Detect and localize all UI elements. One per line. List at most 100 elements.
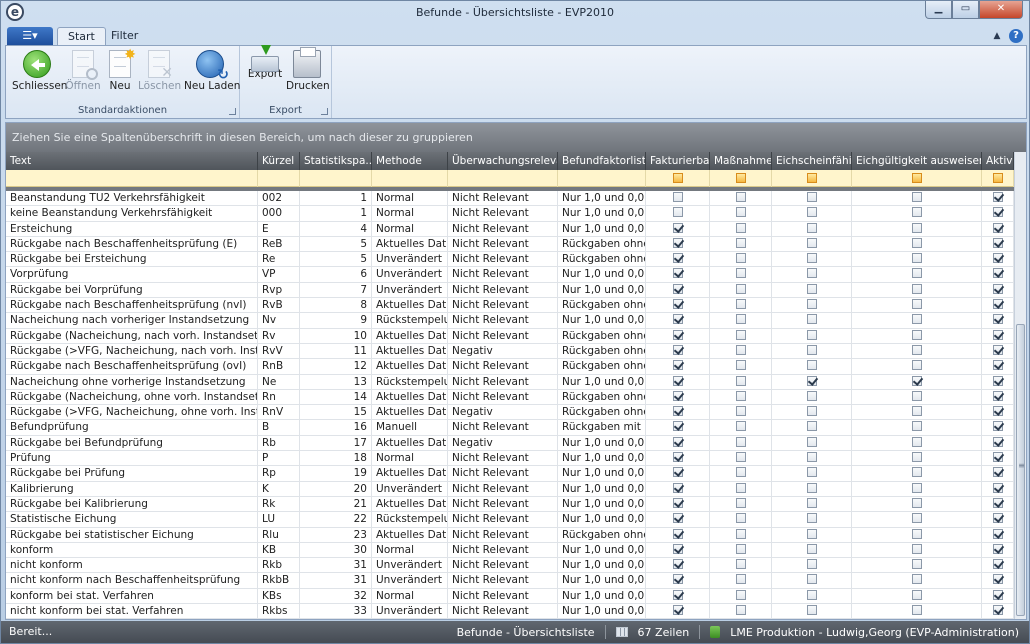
filter-cell[interactable] (372, 170, 448, 187)
checkbox[interactable] (992, 543, 1003, 554)
checkbox[interactable] (911, 497, 922, 508)
checkbox[interactable] (672, 253, 683, 264)
checkbox[interactable] (806, 452, 817, 463)
table-row[interactable]: Rückgabe (Nacheichung, ohne vorh. Instan… (6, 389, 1014, 406)
checkbox[interactable] (735, 237, 746, 248)
table-row[interactable]: Rückgabe (>VFG, Nacheichung, ohne vorh. … (6, 405, 1014, 421)
table-row[interactable]: Rückgabe bei Kalibrierung Rk 21 Aktuelles D… (6, 496, 1014, 513)
filter-cell[interactable] (6, 170, 258, 187)
column-header-ueberwachungsrelevanz[interactable]: Überwachungsrelevanz (448, 152, 558, 170)
table-row[interactable]: Rückgabe bei Ersteichung Re 5 Unverändert Ni… (6, 252, 1014, 268)
table-row[interactable]: Rückgabe (>VFG, Nacheichung, nach vorh. … (6, 343, 1014, 360)
dialog-launcher-icon[interactable] (321, 108, 328, 115)
table-row[interactable]: nicht konform nach Beschaffenheitsprüfun… (6, 573, 1014, 589)
checkbox[interactable] (911, 513, 922, 524)
checkbox[interactable] (806, 299, 817, 310)
table-row[interactable]: Rückgabe bei Vorprüfung Rvp 7 Unverändert Ni… (6, 282, 1014, 299)
checkbox[interactable] (672, 406, 683, 417)
checkbox[interactable] (672, 299, 683, 310)
checkbox[interactable] (672, 497, 683, 508)
checkbox[interactable] (735, 528, 746, 539)
filter-cell[interactable] (852, 170, 982, 187)
table-row[interactable]: Kalibrierung K 20 Unverändert Nicht Relevant… (6, 481, 1014, 497)
checkbox[interactable] (806, 528, 817, 539)
checkbox[interactable] (672, 589, 683, 600)
neu-laden-button[interactable]: Neu Laden (184, 48, 240, 92)
checkbox[interactable] (992, 314, 1003, 325)
checkbox[interactable] (992, 344, 1003, 355)
checkbox[interactable] (735, 222, 746, 233)
checkbox[interactable] (672, 237, 683, 248)
checkbox[interactable] (911, 574, 922, 585)
table-row[interactable]: keine Beanstandung Verkehrsfähigkeit 000 1… (6, 206, 1014, 222)
checkbox[interactable] (806, 283, 817, 294)
checkbox[interactable] (992, 497, 1003, 508)
checkbox[interactable] (672, 390, 683, 401)
checkbox[interactable] (735, 436, 746, 447)
checkbox[interactable] (672, 360, 683, 371)
checkbox[interactable] (911, 528, 922, 539)
checkbox[interactable] (992, 207, 1003, 218)
help-icon[interactable]: ? (1009, 29, 1023, 43)
checkbox[interactable] (806, 360, 817, 371)
minimize-ribbon-icon[interactable]: ▲ (991, 30, 1003, 42)
checkbox[interactable] (992, 222, 1003, 233)
checkbox[interactable] (911, 589, 922, 600)
checkbox[interactable] (735, 513, 746, 524)
column-header-eichgueltigkeit-ausweisen[interactable]: Eichgültigkeit ausweisen (852, 152, 982, 170)
export-button[interactable]: Export (246, 45, 284, 80)
checkbox[interactable] (911, 314, 922, 325)
column-header-kuerzel[interactable]: Kürzel (258, 152, 300, 170)
checkbox[interactable] (806, 344, 817, 355)
checkbox[interactable] (992, 360, 1003, 371)
checkbox[interactable] (672, 207, 683, 218)
checkbox[interactable] (735, 253, 746, 264)
oeffnen-button[interactable]: Öffnen (64, 48, 102, 92)
checkbox[interactable] (992, 390, 1003, 401)
checkbox[interactable] (806, 574, 817, 585)
checkbox[interactable] (806, 482, 817, 493)
checkbox[interactable] (735, 543, 746, 554)
column-header-fakturierbar[interactable]: Fakturierbar (646, 152, 710, 170)
checkbox[interactable] (806, 237, 817, 248)
checkbox[interactable] (911, 452, 922, 463)
checkbox[interactable] (992, 528, 1003, 539)
minimize-button[interactable]: ▁ (925, 1, 952, 19)
tab-start[interactable]: Start (57, 27, 106, 45)
checkbox[interactable] (672, 344, 683, 355)
checkbox[interactable] (911, 390, 922, 401)
checkbox[interactable] (735, 299, 746, 310)
table-row[interactable]: Nacheichung nach vorheriger Instandsetzu… (6, 313, 1014, 329)
checkbox[interactable] (992, 329, 1003, 340)
checkbox[interactable] (806, 268, 817, 279)
checkbox[interactable] (672, 543, 683, 554)
checkbox[interactable] (911, 207, 922, 218)
checkbox[interactable] (735, 375, 746, 386)
checkbox[interactable] (735, 314, 746, 325)
checkbox[interactable] (992, 406, 1003, 417)
checkbox[interactable] (672, 559, 683, 570)
checkbox[interactable] (992, 283, 1003, 294)
tab-filter[interactable]: Filter (101, 27, 148, 45)
checkbox[interactable] (806, 406, 817, 417)
table-row[interactable]: Ersteichung E 4 Normal Nicht Relevant Nur 1,0… (6, 221, 1014, 237)
checkbox[interactable] (735, 268, 746, 279)
checkbox[interactable] (992, 421, 1003, 432)
checkbox[interactable] (672, 574, 683, 585)
filter-cell[interactable] (710, 170, 772, 187)
checkbox[interactable] (806, 497, 817, 508)
checkbox[interactable] (806, 390, 817, 401)
checkbox[interactable] (992, 237, 1003, 248)
table-row[interactable]: Befundprüfung B 16 Manuell Nicht Relevant Rüc… (6, 420, 1014, 436)
checkbox[interactable] (911, 467, 922, 478)
checkbox[interactable] (806, 192, 817, 202)
column-header-methode[interactable]: Methode (372, 152, 448, 170)
checkbox[interactable] (911, 222, 922, 233)
checkbox[interactable] (806, 207, 817, 218)
filter-checkbox[interactable] (672, 173, 683, 183)
checkbox[interactable] (672, 513, 683, 524)
checkbox[interactable] (672, 268, 683, 279)
checkbox[interactable] (806, 605, 817, 616)
checkbox[interactable] (911, 559, 922, 570)
checkbox[interactable] (735, 283, 746, 294)
